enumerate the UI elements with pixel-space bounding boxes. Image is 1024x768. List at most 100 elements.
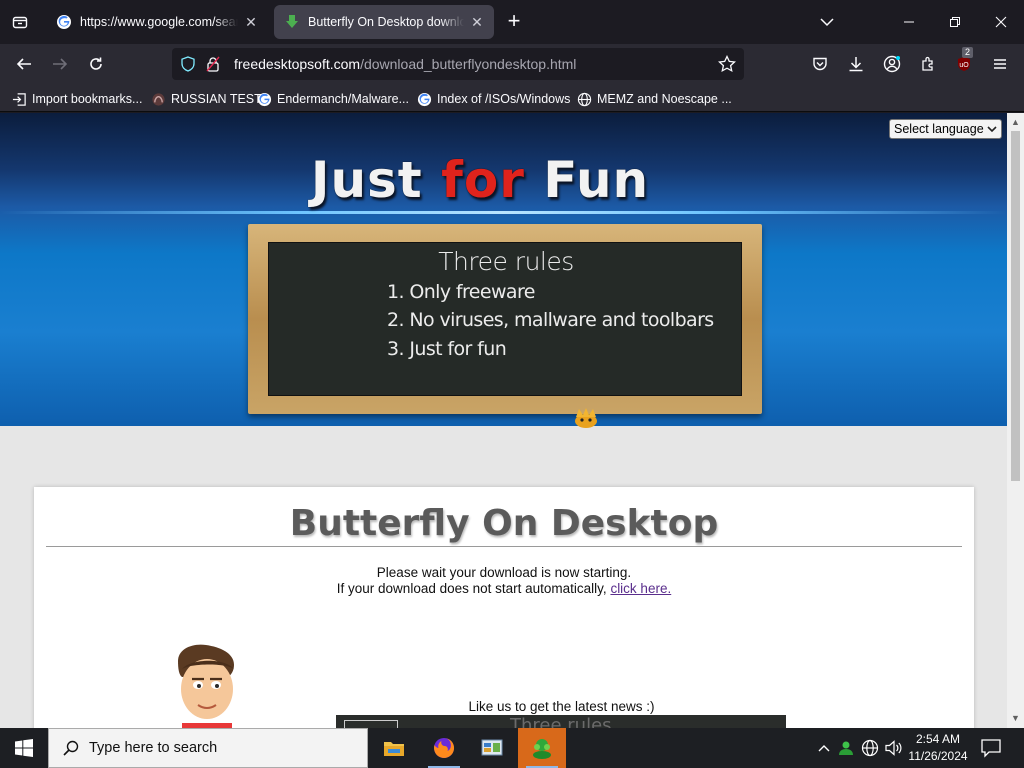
banner-glow-line <box>0 211 1007 214</box>
restore-icon[interactable] <box>940 8 970 36</box>
svg-text:uO: uO <box>959 62 969 69</box>
video-thumb-text: Three rules <box>510 715 612 728</box>
minimize-icon[interactable] <box>894 8 924 36</box>
bookmark-label: Index of /ISOs/Windows <box>437 92 571 106</box>
show-hidden-icons-icon[interactable] <box>814 738 834 758</box>
hamburger-menu-icon[interactable] <box>986 50 1014 78</box>
fallback-line: If your download does not start automati… <box>34 581 974 597</box>
taskbar-clock[interactable]: 2:54 AM 11/26/2024 <box>906 731 970 765</box>
google-icon <box>57 15 71 29</box>
mascot-icon <box>575 408 597 428</box>
tab-butterfly-download[interactable]: Butterfly On Desktop download ✕ <box>274 5 494 39</box>
title-divider <box>46 546 962 547</box>
hero-title: Just for Fun <box>0 151 960 209</box>
board-heading: Three rules <box>438 247 574 276</box>
chevron-down-icon <box>987 126 997 133</box>
globe-icon <box>577 92 592 106</box>
list-all-tabs-icon[interactable] <box>6 9 34 35</box>
download-card: Butterfly On Desktop Please wait your do… <box>34 487 974 728</box>
scroll-down-icon[interactable]: ▼ <box>1011 713 1020 723</box>
hero-banner: Just for Fun Select language Three rules… <box>0 113 1007 428</box>
click-here-link[interactable]: click here. <box>610 581 671 596</box>
close-window-icon[interactable] <box>986 8 1016 36</box>
site-icon <box>152 92 165 106</box>
google-icon <box>257 92 272 106</box>
chalkboard-frame: Three rules 1. Only freeware 2. No virus… <box>248 224 762 414</box>
bookmark-memz[interactable]: MEMZ and Noescape ... <box>577 90 732 108</box>
back-icon[interactable] <box>10 50 38 78</box>
tab-bar: https://www.google.com/search ✕ Butterfl… <box>0 0 1024 44</box>
download-arrow-icon <box>286 15 298 28</box>
board-rule: 2. No viruses, mallware and toolbars <box>387 309 714 331</box>
shield-icon[interactable] <box>180 56 196 72</box>
control-panel-icon[interactable] <box>468 728 516 768</box>
reload-icon[interactable] <box>82 50 110 78</box>
bookmark-label: Endermanch/Malware... <box>277 92 410 106</box>
download-status: Please wait your download is now startin… <box>34 565 974 597</box>
google-icon <box>417 92 432 106</box>
new-tab-icon[interactable]: + <box>502 10 526 34</box>
downloads-icon[interactable] <box>842 50 870 78</box>
account-icon[interactable] <box>878 50 906 78</box>
vertical-scrollbar[interactable]: ▲ ▼ <box>1007 113 1024 728</box>
ublock-icon[interactable]: uO 2 <box>950 47 978 78</box>
extensions-icon[interactable] <box>914 50 942 78</box>
butterfly-app-icon[interactable] <box>518 728 566 768</box>
wait-line: Please wait your download is now startin… <box>376 565 632 580</box>
import-icon <box>12 92 26 106</box>
cartoon-man-image <box>178 644 234 728</box>
page-title: Butterfly On Desktop <box>289 503 719 544</box>
clock-date: 11/26/2024 <box>908 749 968 763</box>
scrollbar-thumb[interactable] <box>1011 131 1020 481</box>
scroll-up-icon[interactable]: ▲ <box>1011 117 1020 127</box>
close-tab-icon[interactable]: ✕ <box>470 15 484 29</box>
windows-taskbar: Type here to search 2:54 AM 11/26/2024 <box>0 728 1024 768</box>
windows-start-icon[interactable] <box>0 728 48 768</box>
search-placeholder: Type here to search <box>89 740 218 756</box>
volume-icon[interactable] <box>884 738 904 758</box>
bookmark-label: Import bookmarks... <box>32 92 143 106</box>
file-explorer-icon[interactable] <box>370 728 418 768</box>
video-thumbnail[interactable]: Three rules <box>336 715 786 728</box>
page-viewport[interactable]: Just for Fun Select language Three rules… <box>0 113 1024 728</box>
tab-title: https://www.google.com/search <box>80 15 238 29</box>
bookmark-isos-windows[interactable]: Index of /ISOs/Windows <box>417 90 570 108</box>
tab-google-search[interactable]: https://www.google.com/search ✕ <box>46 5 268 39</box>
bookmark-label: RUSSIAN TEST <box>171 92 262 106</box>
language-select-value: Select language <box>894 122 984 136</box>
network-globe-icon[interactable] <box>860 738 880 758</box>
tab-title: Butterfly On Desktop download <box>308 15 464 29</box>
board-rule: 3. Just for fun <box>387 338 507 360</box>
url-text[interactable]: freedesktopsoft.com/download_butterflyon… <box>234 56 576 72</box>
people-icon[interactable] <box>836 738 856 758</box>
bookmark-import[interactable]: Import bookmarks... <box>12 90 142 108</box>
firefox-icon[interactable] <box>420 728 468 768</box>
board-rule: 1. Only freeware <box>387 281 535 303</box>
language-select[interactable]: Select language <box>889 119 1002 139</box>
forward-icon[interactable] <box>46 50 74 78</box>
ublock-badge: 2 <box>962 47 974 58</box>
clock-time: 2:54 AM <box>915 732 961 746</box>
search-icon <box>63 740 79 756</box>
lock-warning-icon[interactable] <box>206 56 220 72</box>
bookmark-endermanch[interactable]: Endermanch/Malware... <box>257 90 409 108</box>
bookmarks-toolbar: Import bookmarks... RUSSIAN TEST Enderma… <box>0 84 1024 112</box>
notifications-icon[interactable] <box>980 738 1002 758</box>
hero-title-accent: for <box>441 151 525 209</box>
bookmark-label: MEMZ and Noescape ... <box>597 92 732 106</box>
hero-title-post: Fun <box>524 151 650 209</box>
url-path: /download_butterflyondesktop.html <box>360 56 577 72</box>
like-us-text: Like us to get the latest news :) <box>468 699 655 714</box>
hero-title-pre: Just <box>310 151 442 209</box>
taskbar-search[interactable]: Type here to search <box>48 728 368 768</box>
close-tab-icon[interactable]: ✕ <box>244 15 258 29</box>
chevron-down-icon[interactable] <box>812 8 842 36</box>
video-frame <box>344 720 398 728</box>
navigation-toolbar: freedesktopsoft.com/download_butterflyon… <box>0 44 1024 84</box>
bookmark-star-icon[interactable] <box>718 55 736 73</box>
fallback-text: If your download does not start automati… <box>336 581 611 596</box>
address-bar[interactable]: freedesktopsoft.com/download_butterflyon… <box>172 48 744 80</box>
url-domain: freedesktopsoft.com <box>234 56 361 72</box>
bookmark-russian-test[interactable]: RUSSIAN TEST <box>151 90 262 108</box>
pocket-icon[interactable] <box>806 50 834 78</box>
